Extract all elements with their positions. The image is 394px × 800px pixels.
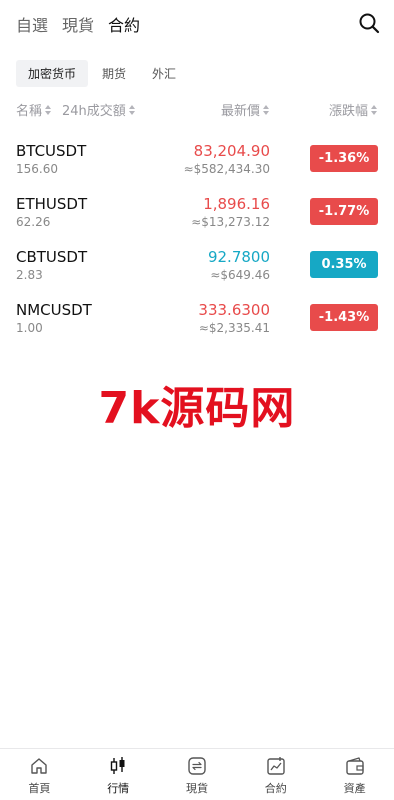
- last-price: 1,896.16: [203, 195, 270, 213]
- last-price: 333.6300: [198, 301, 270, 319]
- last-price: 83,204.90: [193, 142, 270, 160]
- nav-label: 現貨: [185, 782, 208, 795]
- column-volume-label: 24h成交額: [62, 104, 126, 119]
- sub-tab-crypto[interactable]: 加密货币: [16, 60, 89, 87]
- volume-value: 1.00: [16, 321, 43, 335]
- volume-value: 156.60: [16, 162, 58, 176]
- change-badge[interactable]: -1.77%: [310, 198, 378, 225]
- wallet-icon: [345, 757, 364, 775]
- converted-price: ≈$13,273.12: [191, 215, 270, 229]
- nav-label: 合約: [264, 782, 287, 795]
- sort-icon: [263, 104, 270, 115]
- watermark-text: 7k源码网: [98, 383, 296, 434]
- symbol-label: ETHUSDT: [16, 195, 88, 213]
- category-tabs: 加密货币 期货 外汇: [16, 60, 190, 87]
- market-row[interactable]: CBTUSDT 2.83 92.7800 ≈$649.46 0.35%: [16, 244, 378, 297]
- nav-label: 首頁: [28, 782, 51, 795]
- nav-label: 資產: [343, 782, 366, 795]
- symbol-label: BTCUSDT: [16, 142, 87, 160]
- nav-spot[interactable]: 現貨: [158, 749, 237, 800]
- nav-contract[interactable]: 合約: [236, 749, 315, 800]
- tab-spot[interactable]: 現貨: [62, 12, 94, 36]
- nav-home[interactable]: 首頁: [0, 749, 79, 800]
- column-name-label: 名稱: [16, 104, 43, 119]
- sort-volume-header[interactable]: 24h成交額: [62, 100, 136, 119]
- market-list: BTCUSDT 156.60 83,204.90 ≈$582,434.30 -1…: [16, 138, 378, 350]
- market-row[interactable]: NMCUSDT 1.00 333.6300 ≈$2,335.41 -1.43%: [16, 297, 378, 350]
- sort-icon: [371, 104, 378, 115]
- sub-tab-forex[interactable]: 外汇: [140, 60, 188, 87]
- converted-price: ≈$582,434.30: [183, 162, 270, 176]
- sort-icon: [128, 104, 136, 115]
- column-change-label: 漲跌幅: [328, 104, 368, 119]
- change-badge[interactable]: -1.43%: [310, 304, 378, 331]
- home-icon: [31, 758, 48, 774]
- change-badge[interactable]: -1.36%: [310, 145, 378, 172]
- chart-card-icon: [267, 757, 285, 775]
- symbol-label: NMCUSDT: [16, 301, 92, 319]
- converted-price: ≈$2,335.41: [198, 321, 270, 335]
- column-header: 名稱 24h成交額 最新價 漲跌幅: [16, 100, 378, 119]
- volume-value: 2.83: [16, 268, 43, 282]
- volume-value: 62.26: [16, 215, 51, 229]
- last-price: 92.7800: [207, 248, 270, 266]
- sort-icon: [45, 104, 52, 115]
- candlestick-icon: [110, 757, 125, 774]
- symbol-label: CBTUSDT: [16, 248, 88, 266]
- nav-assets[interactable]: 資產: [315, 749, 394, 800]
- nav-markets[interactable]: 行情: [79, 749, 158, 800]
- bottom-nav: 首頁 行情 現貨 合約 資產: [0, 748, 394, 800]
- tab-contract[interactable]: 合約: [108, 12, 140, 36]
- column-price-label: 最新價: [220, 104, 260, 119]
- market-row[interactable]: ETHUSDT 62.26 1,896.16 ≈$13,273.12 -1.77…: [16, 191, 378, 244]
- exchange-icon: [188, 757, 206, 775]
- nav-label: 行情: [107, 782, 130, 795]
- top-tab-bar: 自選 現貨 合約: [16, 12, 380, 36]
- sort-name-header[interactable]: 名稱: [16, 100, 52, 119]
- change-badge[interactable]: 0.35%: [310, 251, 378, 278]
- sort-price-header[interactable]: 最新價: [221, 100, 270, 119]
- converted-price: ≈$649.46: [210, 268, 270, 282]
- sort-change-header[interactable]: 漲跌幅: [329, 100, 378, 119]
- tab-favorites[interactable]: 自選: [16, 12, 48, 36]
- search-icon[interactable]: [358, 12, 380, 34]
- market-row[interactable]: BTCUSDT 156.60 83,204.90 ≈$582,434.30 -1…: [16, 138, 378, 191]
- sub-tab-futures[interactable]: 期货: [90, 60, 138, 87]
